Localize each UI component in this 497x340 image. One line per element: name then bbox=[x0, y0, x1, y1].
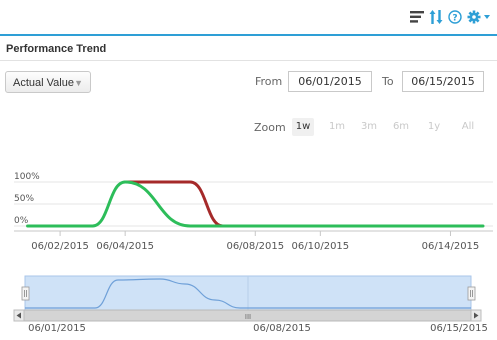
x-tick-label: 06/08/2015 bbox=[226, 241, 284, 252]
metric-select-value: Actual Value bbox=[13, 77, 74, 89]
panel-divider bbox=[0, 60, 497, 61]
to-date-input[interactable]: 06/15/2015 bbox=[402, 71, 484, 92]
svg-text:?: ? bbox=[452, 13, 457, 23]
navigator-tick-label: 06/01/2015 bbox=[28, 323, 86, 334]
zoom-label: Zoom bbox=[254, 121, 286, 134]
zoom-button-1w[interactable]: 1w bbox=[292, 118, 314, 136]
help-icon[interactable]: ? bbox=[447, 8, 463, 26]
navigator-left-handle[interactable] bbox=[21, 286, 30, 301]
chevron-down-icon: ▼ bbox=[74, 78, 83, 88]
from-date-input[interactable]: 06/01/2015 bbox=[288, 71, 372, 92]
zoom-button-1m[interactable]: 1m bbox=[326, 118, 348, 136]
to-label: To bbox=[382, 75, 394, 88]
panel-title: Performance Trend bbox=[6, 43, 107, 55]
zoom-button-3m[interactable]: 3m bbox=[357, 118, 381, 136]
zoom-button-all[interactable]: All bbox=[454, 118, 482, 136]
zoom-button-1y[interactable]: 1y bbox=[423, 118, 445, 136]
x-tick-label: 06/14/2015 bbox=[422, 241, 480, 252]
scrollbar-grip: III bbox=[245, 313, 251, 321]
toolbar-divider bbox=[0, 34, 497, 36]
zoom-button-6m[interactable]: 6m bbox=[389, 118, 413, 136]
x-tick-label: 06/04/2015 bbox=[96, 241, 154, 252]
sort-icon[interactable] bbox=[428, 8, 444, 26]
from-label: From bbox=[255, 75, 283, 88]
navigator-right-handle[interactable] bbox=[467, 286, 476, 301]
navigator-tick-label: 06/15/2015 bbox=[430, 323, 488, 334]
toolbar: ? bbox=[0, 0, 497, 34]
gear-icon[interactable] bbox=[466, 8, 492, 26]
metric-select[interactable]: Actual Value ▼ bbox=[5, 71, 91, 93]
range-navigator[interactable]: III 06/01/2015 06/08/2015 06/15/2015 bbox=[0, 270, 497, 340]
x-tick-label: 06/10/2015 bbox=[292, 241, 350, 252]
y-tick-label: 50% bbox=[14, 194, 34, 204]
performance-chart: 0% 50% 100% 06/02/2015 06/04/2015 06/08/2015 0… bbox=[14, 172, 493, 252]
y-tick-label: 100% bbox=[14, 172, 40, 182]
list-icon[interactable] bbox=[409, 8, 425, 26]
navigator-tick-label: 06/08/2015 bbox=[253, 323, 311, 334]
y-tick-label: 0% bbox=[14, 216, 29, 226]
x-tick-label: 06/02/2015 bbox=[31, 241, 89, 252]
